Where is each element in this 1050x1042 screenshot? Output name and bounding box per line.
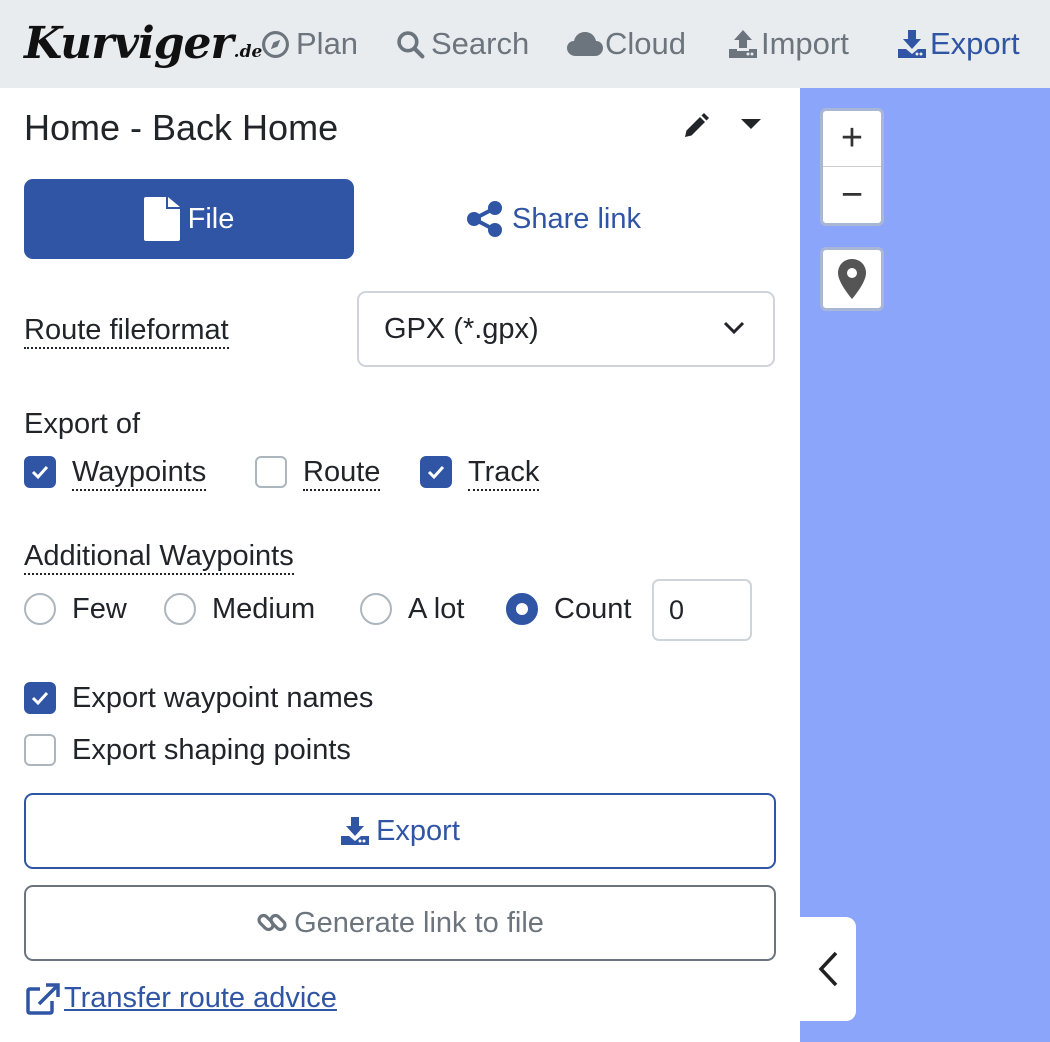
share-link-label: Share link — [512, 202, 641, 235]
fileformat-selected-value: GPX (*.gpx) — [384, 312, 539, 345]
count-input[interactable] — [652, 579, 752, 641]
logo-text: Kurviger — [24, 18, 234, 69]
link-icon — [257, 913, 287, 932]
chevron-left-icon — [818, 951, 838, 987]
waypoints-label[interactable]: Waypoints — [72, 454, 207, 491]
map-marker-icon — [838, 259, 866, 299]
collapse-panel-button[interactable] — [800, 917, 856, 1021]
waypoints-checkbox[interactable] — [24, 456, 56, 488]
export-button-label: Export — [376, 814, 460, 847]
share-link-tab[interactable]: Share link — [466, 179, 666, 259]
a-lot-label[interactable]: A lot — [408, 591, 464, 627]
cloud-icon — [567, 32, 603, 56]
download-icon — [341, 817, 370, 845]
chevron-down-icon — [723, 321, 745, 335]
export-of-label: Export of — [24, 408, 141, 440]
nav-plan-label: Plan — [296, 26, 359, 61]
transfer-route-advice-link[interactable]: Transfer route advice — [26, 982, 337, 1015]
additional-waypoints-label: Additional Waypoints — [24, 538, 294, 575]
file-tab-button[interactable]: File — [24, 179, 354, 259]
check-icon — [31, 691, 49, 706]
nav-search-label: Search — [431, 26, 530, 61]
track-checkbox[interactable] — [420, 456, 452, 488]
generate-link-button[interactable]: Generate link to file — [24, 885, 776, 961]
map-area[interactable] — [800, 88, 1050, 1042]
export-waypoint-names-label[interactable]: Export waypoint names — [72, 680, 373, 716]
route-checkbox[interactable] — [255, 456, 287, 488]
logo-tld: .de — [233, 42, 263, 62]
transfer-link-label: Transfer route advice — [64, 982, 337, 1014]
zoom-in-button[interactable]: + — [823, 111, 881, 167]
nav-export-label: Export — [930, 26, 1020, 61]
few-label[interactable]: Few — [72, 591, 127, 627]
external-link-icon — [26, 982, 60, 1015]
zoom-out-button[interactable]: − — [823, 167, 881, 223]
nav-cloud-label: Cloud — [605, 26, 686, 61]
export-shaping-points-checkbox[interactable] — [24, 734, 56, 766]
nav-cloud[interactable]: Cloud — [567, 22, 686, 66]
top-navbar: Kurviger .de Plan Search Cloud Import Ex… — [0, 0, 1050, 88]
pencil-icon[interactable] — [683, 113, 709, 139]
nav-import[interactable]: Import — [728, 22, 849, 66]
check-icon — [427, 465, 445, 480]
route-label[interactable]: Route — [303, 454, 381, 491]
nav-export[interactable]: Export — [897, 22, 1020, 66]
download-icon — [898, 30, 926, 58]
export-button[interactable]: Export — [24, 793, 776, 869]
zoom-control: + − — [820, 108, 884, 226]
medium-radio[interactable] — [164, 593, 196, 625]
file-icon — [143, 197, 180, 241]
share-icon — [467, 201, 502, 237]
a-lot-radio[interactable] — [360, 593, 392, 625]
search-icon — [397, 30, 425, 58]
nav-search[interactable]: Search — [396, 22, 529, 66]
nav-import-label: Import — [761, 26, 849, 61]
count-label[interactable]: Count — [554, 591, 631, 627]
route-title: Home - Back Home — [24, 107, 339, 148]
file-tab-label: File — [187, 202, 235, 235]
compass-icon — [262, 30, 289, 58]
export-waypoint-names-checkbox[interactable] — [24, 682, 56, 714]
count-radio[interactable] — [506, 593, 538, 625]
medium-label[interactable]: Medium — [212, 591, 315, 627]
route-fileformat-label: Route fileformat — [24, 312, 229, 349]
caret-down-icon[interactable] — [741, 119, 761, 131]
track-label[interactable]: Track — [468, 454, 540, 491]
nav-plan[interactable]: Plan — [261, 22, 358, 66]
export-shaping-points-label[interactable]: Export shaping points — [72, 732, 351, 768]
kurviger-logo[interactable]: Kurviger .de — [24, 14, 262, 74]
fileformat-select[interactable]: GPX (*.gpx) — [357, 291, 775, 367]
few-radio[interactable] — [24, 593, 56, 625]
check-icon — [31, 465, 49, 480]
locate-button[interactable] — [820, 247, 884, 311]
upload-icon — [729, 30, 757, 58]
generate-link-label: Generate link to file — [294, 906, 544, 939]
